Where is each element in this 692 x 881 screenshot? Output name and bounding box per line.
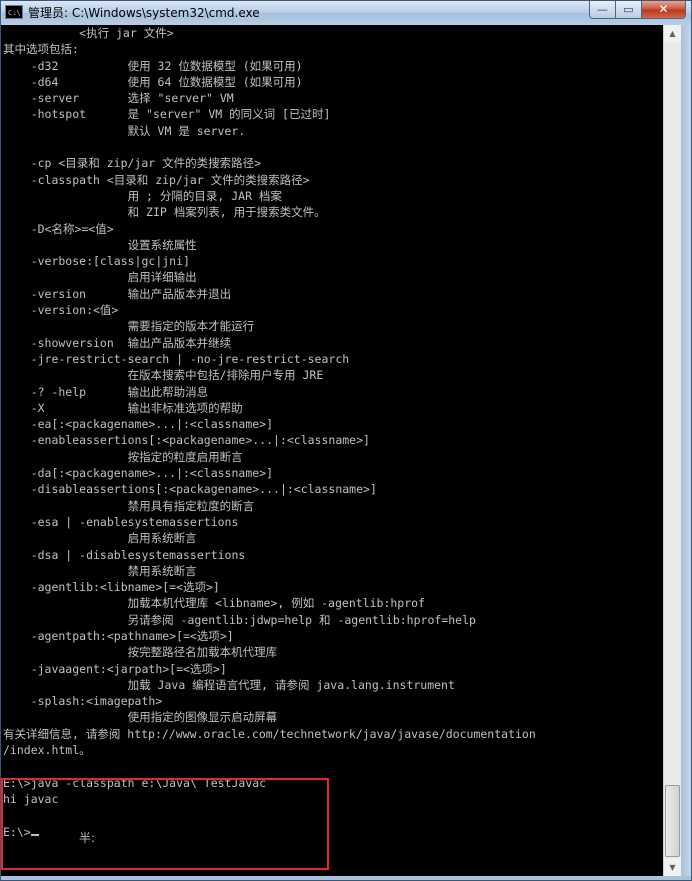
console-line: 加载 Java 编程语言代理, 请参阅 java.lang.instrument	[3, 677, 455, 692]
vertical-scrollbar[interactable]: ▲ ▼	[663, 25, 681, 876]
console-line: -da[:<packagename>...|:<classname>]	[3, 466, 274, 481]
console-line: -ea[:<packagename>...|:<classname>]	[3, 417, 274, 432]
console-line: -? -help 输出此帮助消息	[3, 384, 209, 399]
console-line: 需要指定的版本才能运行	[3, 319, 255, 334]
window-title: 管理员: C:\Windows\system32\cmd.exe	[28, 6, 260, 20]
console-text: <执行 jar 文件> 其中选项包括: -d32 使用 32 位数据模型 (如果可…	[1, 25, 663, 840]
console-output[interactable]: <执行 jar 文件> 其中选项包括: -d32 使用 32 位数据模型 (如果可…	[1, 25, 663, 876]
console-line: -splash:<imagepath>	[3, 694, 163, 709]
console-line: 加载本机代理库 <libname>, 例如 -agentlib:hprof	[3, 596, 425, 611]
console-line: 启用详细输出	[3, 270, 197, 285]
console-line: -esa | -enablesystemassertions	[3, 514, 239, 529]
console-line: -agentlib:<libname>[=<选项>]	[3, 580, 220, 595]
console-line: 和 ZIP 档案列表, 用于搜索类文件。	[3, 205, 326, 220]
title-bar[interactable]: C:\ 管理员: C:\Windows\system32\cmd.exe — ▭…	[1, 1, 691, 25]
console-line: -agentpath:<pathname>[=<选项>]	[3, 628, 234, 643]
console-line: 按指定的粒度启用断言	[3, 449, 243, 464]
console-line: -showversion 输出产品版本并继续	[3, 335, 232, 350]
console-line: 用 ; 分隔的目录, JAR 档案	[3, 188, 282, 203]
console-line: 另请参阅 -agentlib:jdwp=help 和 -agentlib:hpr…	[3, 612, 476, 627]
console-line: -D<名称>=<值>	[3, 221, 114, 236]
console-line: 在版本搜索中包括/排除用户专用 JRE	[3, 368, 324, 383]
console-line: 使用指定的图像显示启动屏幕	[3, 710, 278, 725]
scrollbar-thumb[interactable]	[665, 785, 680, 857]
console-line: 按完整路径名加载本机代理库	[3, 645, 278, 660]
console-line: 禁用系统断言	[3, 563, 197, 578]
console-line: -dsa | -disablesystemassertions	[3, 547, 246, 562]
cmd-app-icon[interactable]: C:\	[5, 5, 23, 19]
console-line: -classpath <目录和 zip/jar 文件的类搜索路径>	[3, 172, 310, 187]
console-line: <执行 jar 文件>	[3, 26, 174, 40]
scroll-up-arrow-icon[interactable]: ▲	[664, 25, 681, 42]
scroll-down-arrow-icon[interactable]: ▼	[664, 859, 681, 876]
console-line: 有关详细信息, 请参阅 http://www.oracle.com/techne…	[3, 726, 536, 741]
console-line: 启用系统断言	[3, 531, 197, 546]
console-line: -version:<值>	[3, 303, 119, 318]
console-line: 默认 VM 是 server.	[3, 123, 246, 138]
console-line: -d64 使用 64 位数据模型 (如果可用)	[3, 74, 303, 89]
console-line: -jre-restrict-search | -no-jre-restrict-…	[3, 351, 350, 366]
console-line: -cp <目录和 zip/jar 文件的类搜索路径>	[3, 156, 262, 171]
console-line: -verbose:[class|gc|jni]	[3, 254, 190, 269]
maximize-button[interactable]: ▭	[616, 1, 642, 19]
console-line: 设置系统属性	[3, 237, 197, 252]
minimize-button[interactable]: —	[589, 1, 616, 19]
console-line: -enableassertions[:<packagename>...|:<cl…	[3, 433, 370, 448]
cmd-window: C:\ 管理员: C:\Windows\system32\cmd.exe — ▭…	[0, 0, 692, 881]
console-line: -hotspot 是 "server" VM 的同义词 [已过时]	[3, 107, 331, 122]
console-line: 禁用具有指定粒度的断言	[3, 498, 255, 513]
console-line: -server 选择 "server" VM	[3, 91, 234, 106]
console-line: /index.html。	[3, 743, 91, 758]
console-line: -X 输出非标准选项的帮助	[3, 400, 243, 415]
console-line: -javaagent:<jarpath>[=<选项>]	[3, 661, 227, 676]
console-line: -d32 使用 32 位数据模型 (如果可用)	[3, 58, 303, 73]
highlight-annotation-box	[1, 778, 329, 870]
window-controls: — ▭ ✕	[589, 1, 686, 20]
window-frame-right	[681, 25, 691, 880]
console-line: -disableassertions[:<packagename>...|:<c…	[3, 482, 377, 497]
console-line: 其中选项包括:	[3, 42, 79, 57]
console-line: -version 输出产品版本并退出	[3, 286, 232, 301]
window-frame-bottom	[1, 876, 691, 880]
close-button[interactable]: ✕	[642, 1, 686, 19]
